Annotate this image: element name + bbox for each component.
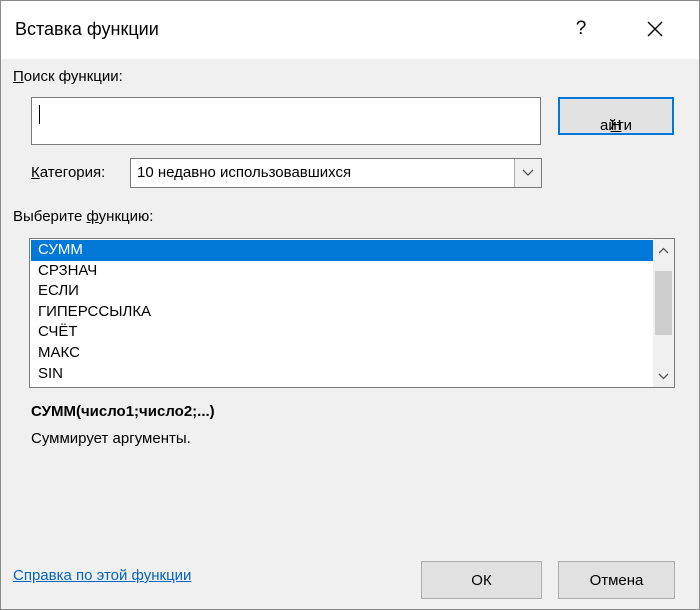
function-list-item[interactable]: ЕСЛИ <box>31 281 653 302</box>
function-list-label: Выберите функцию: <box>13 208 154 225</box>
function-list-item[interactable]: МАКС <box>31 343 653 364</box>
close-button[interactable] <box>635 9 675 49</box>
help-button[interactable]: ? <box>561 9 601 49</box>
title-bar: Вставка функции ? <box>1 1 699 59</box>
function-listbox[interactable]: СУММ СРЗНАЧ ЕСЛИ ГИПЕРССЫЛКА СЧЁТ МАКС SIN <box>29 238 675 388</box>
function-help-link[interactable]: Справка по этой функции <box>13 567 191 584</box>
cancel-button[interactable]: Отмена <box>558 561 675 599</box>
close-icon <box>647 21 663 37</box>
function-list-item[interactable]: СУММ <box>31 240 653 261</box>
category-selected-value: 10 недавно использовавшихся <box>137 164 352 181</box>
function-list-item[interactable]: СРЗНАЧ <box>31 261 653 282</box>
function-list-item[interactable]: SIN <box>31 364 653 385</box>
function-list-items: СУММ СРЗНАЧ ЕСЛИ ГИПЕРССЫЛКА СЧЁТ МАКС SIN <box>31 240 653 384</box>
chevron-down-icon <box>658 373 669 380</box>
function-list-item[interactable]: СЧЁТ <box>31 322 653 343</box>
function-signature: СУММ(число1;число2;...) <box>31 403 215 420</box>
vertical-scrollbar[interactable] <box>653 239 674 387</box>
category-dropdown-button[interactable] <box>514 159 541 187</box>
function-list-item[interactable]: ГИПЕРССЫЛКА <box>31 302 653 323</box>
insert-function-dialog: Вставка функции ? Поиск функции: Найти К… <box>0 0 700 610</box>
find-button[interactable]: Найти <box>558 97 674 135</box>
scroll-up-button[interactable] <box>653 241 674 259</box>
cancel-button-label: Отмена <box>589 572 644 589</box>
category-label: Категория: <box>31 164 106 181</box>
chevron-down-icon <box>522 169 534 176</box>
search-label: Поиск функции: <box>13 68 123 85</box>
ok-button[interactable]: ОК <box>421 561 542 599</box>
scroll-down-button[interactable] <box>653 367 674 385</box>
text-caret <box>39 105 40 124</box>
search-input[interactable] <box>31 97 541 145</box>
function-description: Суммирует аргументы. <box>31 430 191 447</box>
chevron-up-icon <box>658 247 669 254</box>
category-select[interactable]: 10 недавно использовавшихся <box>130 158 542 188</box>
dialog-title: Вставка функции <box>15 19 159 39</box>
scroll-thumb[interactable] <box>655 271 672 335</box>
ok-button-label: ОК <box>471 572 492 589</box>
